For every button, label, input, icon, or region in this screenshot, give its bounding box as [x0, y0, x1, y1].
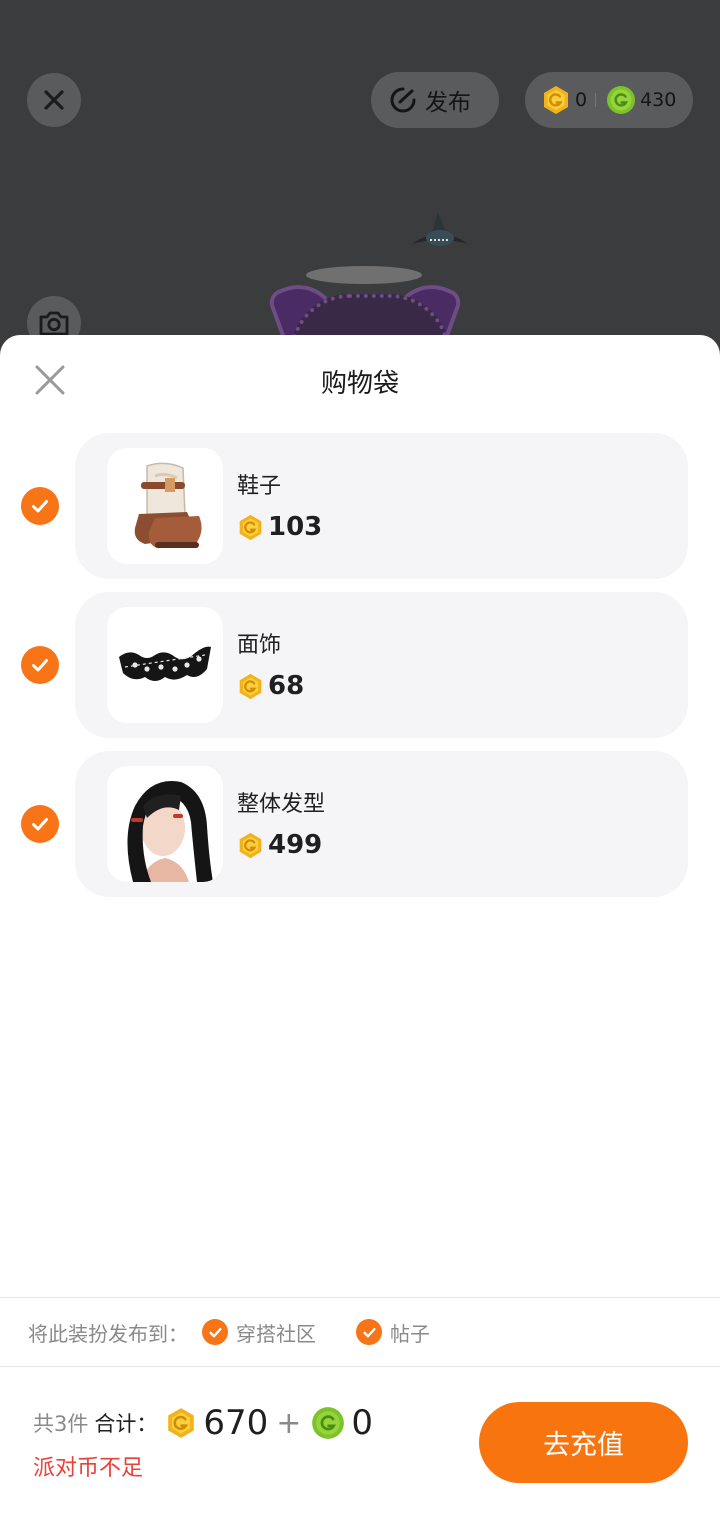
check-icon: [32, 818, 48, 831]
gold-balance: 0: [575, 89, 588, 111]
item-thumbnail: [107, 766, 223, 882]
item-thumbnail: [107, 448, 223, 564]
item-price-value: 499: [268, 830, 323, 860]
boots-icon: [134, 462, 202, 548]
hairstyle-icon: [127, 781, 213, 882]
balance-divider: [595, 93, 597, 107]
shopping-bag-sheet: 购物袋 鞋子 103 面饰 68 整体发型 499 将此装扮发布到： 穿搭社区 …: [0, 335, 720, 1520]
close-icon: [44, 90, 64, 110]
publish-to-row: 将此装扮发布到： 穿搭社区 帖子: [28, 1315, 430, 1349]
publish-icon: [390, 87, 416, 113]
publish-label: 发布: [425, 90, 471, 116]
divider: [0, 1366, 720, 1367]
item-name: 鞋子: [237, 474, 282, 499]
green-coin-icon: [607, 86, 636, 114]
item-card[interactable]: 整体发型 499: [75, 751, 688, 897]
publish-button[interactable]: 发布: [371, 72, 499, 128]
option-checkbox[interactable]: [356, 1319, 382, 1345]
insufficient-balance-warning: 派对币不足: [33, 1456, 144, 1481]
avatar-scene: 发布 0 430: [0, 0, 720, 360]
publish-option-community[interactable]: 穿搭社区: [202, 1318, 316, 1347]
gold-coin-icon: [239, 832, 262, 858]
item-checkbox[interactable]: [21, 646, 59, 684]
item-price: 499: [237, 830, 322, 860]
item-name: 面饰: [237, 633, 282, 658]
total-label: 合计：: [94, 1412, 158, 1436]
green-balance: 430: [640, 89, 677, 111]
green-coin-icon: [312, 1407, 345, 1439]
publish-to-label: 将此装扮发布到：: [28, 1321, 188, 1346]
option-checkbox[interactable]: [202, 1319, 228, 1345]
item-price-value: 68: [268, 671, 305, 701]
item-card[interactable]: 鞋子 103: [75, 433, 688, 579]
gold-coin-icon: [544, 86, 568, 114]
gold-total: 670: [203, 1403, 269, 1443]
publish-option-post[interactable]: 帖子: [356, 1318, 430, 1347]
sheet-title: 购物袋: [320, 369, 399, 399]
check-icon: [362, 1327, 376, 1337]
gold-coin-icon: [239, 673, 262, 699]
balance-pill[interactable]: 0 430: [525, 72, 693, 128]
shark-accessory-icon: [412, 212, 468, 246]
item-price: 103: [237, 512, 322, 542]
cart-item: 鞋子 103: [0, 433, 720, 579]
check-icon: [32, 659, 48, 672]
plus-sign: +: [276, 1405, 302, 1441]
gold-coin-icon: [168, 1408, 195, 1438]
item-checkbox[interactable]: [21, 805, 59, 843]
cart-item: 整体发型 499: [0, 751, 720, 897]
check-icon: [208, 1327, 222, 1337]
item-name: 整体发型: [237, 792, 326, 817]
item-card[interactable]: 面饰 68: [75, 592, 688, 738]
camera-icon: [39, 311, 69, 336]
recharge-button[interactable]: 去充值: [479, 1402, 688, 1483]
cart-item: 面饰 68: [0, 592, 720, 738]
item-checkbox[interactable]: [21, 487, 59, 525]
option-label: 穿搭社区: [236, 1321, 316, 1346]
lace-mask-icon: [119, 646, 211, 681]
gold-coin-icon: [239, 514, 262, 540]
item-price: 68: [237, 671, 304, 701]
close-scene-button[interactable]: [27, 73, 81, 127]
order-total: 共3件 合计： 670 + 0: [33, 1403, 373, 1443]
avatar-halo: [306, 266, 422, 284]
item-count: 共3件: [33, 1412, 89, 1436]
check-icon: [32, 500, 48, 513]
divider: [0, 1297, 720, 1298]
option-label: 帖子: [390, 1321, 430, 1346]
green-total: 0: [351, 1403, 374, 1443]
item-thumbnail: [107, 607, 223, 723]
item-price-value: 103: [268, 512, 323, 542]
